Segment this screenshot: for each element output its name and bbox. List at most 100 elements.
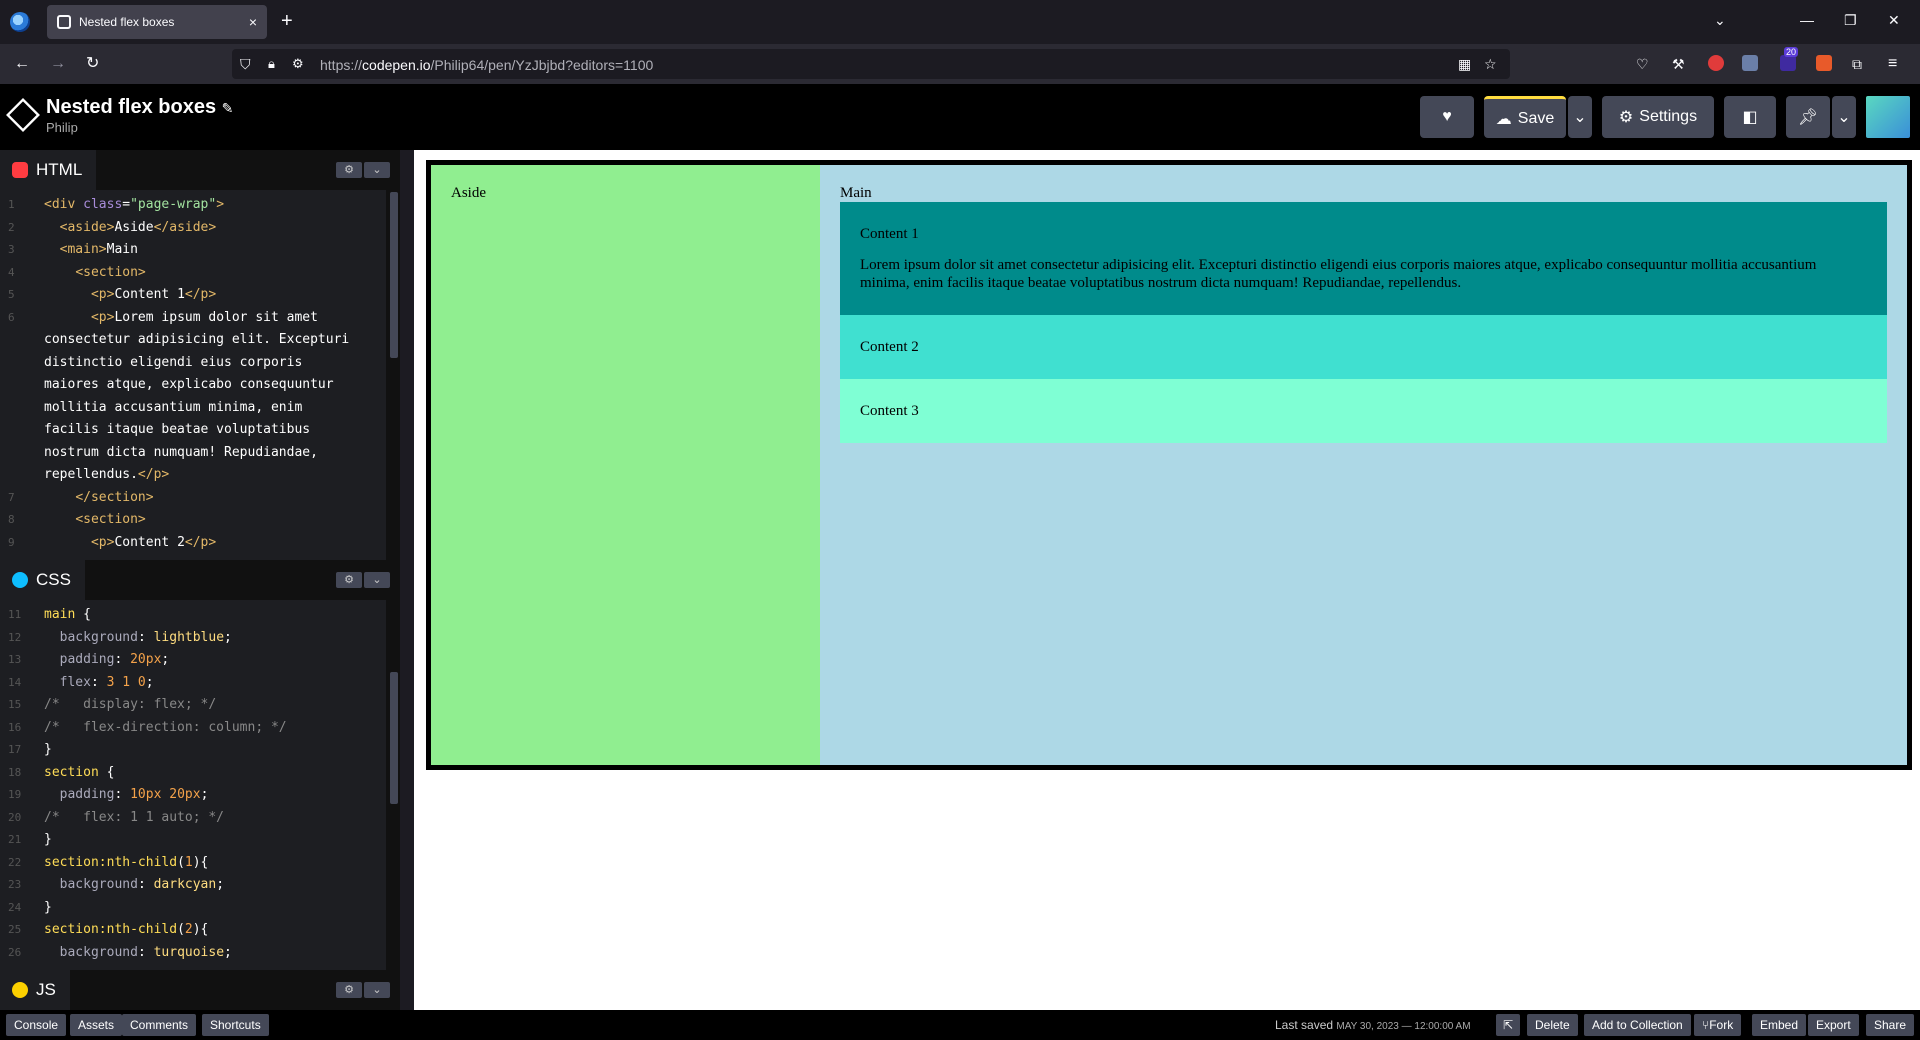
code-line[interactable]: mollitia accusantium minima, enim bbox=[44, 397, 302, 420]
bookmark-star-icon[interactable]: ☆ bbox=[1484, 54, 1497, 74]
main-label: Main bbox=[840, 185, 872, 201]
css-collapse-chevron-icon[interactable]: ⌄ bbox=[364, 572, 390, 588]
codepen-logo-icon[interactable] bbox=[6, 98, 40, 132]
code-line[interactable]: <p>Content 2</p> bbox=[44, 532, 216, 555]
change-view-button[interactable]: ◧ bbox=[1724, 96, 1776, 138]
pin-icon: 📌︎ bbox=[1797, 109, 1819, 126]
code-line[interactable]: flex: 3 1 0; bbox=[44, 672, 154, 695]
code-line[interactable]: } bbox=[44, 739, 52, 762]
save-dropdown-button[interactable]: ⌄ bbox=[1568, 96, 1592, 138]
code-line[interactable]: section:nth-child(1){ bbox=[44, 852, 208, 875]
comments-button[interactable]: Comments bbox=[122, 1014, 197, 1036]
shortcuts-button[interactable]: Shortcuts bbox=[202, 1014, 269, 1036]
css-code-area[interactable]: 11 main {12 background: lightblue; 13 padd… bbox=[0, 600, 386, 970]
tab-list-chevron-icon[interactable]: ⌄ bbox=[1714, 12, 1726, 29]
wrench-icon[interactable]: ⚒ bbox=[1672, 54, 1685, 74]
css-settings-gear-icon[interactable]: ⚙ bbox=[336, 572, 362, 588]
code-line[interactable]: nostrum dicta numquam! Repudiandae, bbox=[44, 442, 318, 465]
assets-button[interactable]: Assets bbox=[70, 1014, 123, 1036]
embed-button[interactable]: Embed bbox=[1752, 1014, 1807, 1036]
code-line[interactable]: } bbox=[44, 829, 52, 852]
fork-button[interactable]: ⑂ Fork bbox=[1694, 1014, 1742, 1036]
code-line[interactable]: facilis itaque beatae voluptatibus bbox=[44, 419, 310, 442]
restore-button[interactable]: ❐ bbox=[1844, 12, 1857, 29]
extension-red-icon[interactable] bbox=[1708, 55, 1724, 71]
console-button[interactable]: Console bbox=[6, 1014, 67, 1036]
forward-arrow-icon[interactable]: → bbox=[50, 54, 66, 74]
pin-dropdown-button[interactable]: ⌄ bbox=[1832, 96, 1856, 138]
code-line[interactable]: <section> bbox=[44, 262, 145, 285]
firefox-logo-icon[interactable] bbox=[10, 12, 30, 32]
html-collapse-chevron-icon[interactable]: ⌄ bbox=[364, 162, 390, 178]
lorem-paragraph: Lorem ipsum dolor sit amet consectetur a… bbox=[860, 257, 1817, 291]
new-tab-button[interactable]: + bbox=[281, 10, 293, 32]
reload-icon[interactable]: ↻ bbox=[86, 54, 99, 74]
code-line[interactable]: padding: 20px; bbox=[44, 649, 170, 672]
html-code-area[interactable]: 1 <div class="page-wrap"> 2 <aside>Aside</… bbox=[0, 190, 386, 560]
js-collapse-chevron-icon[interactable]: ⌄ bbox=[364, 982, 390, 998]
add-to-collection-button[interactable]: Add to Collection bbox=[1584, 1014, 1691, 1036]
code-line[interactable]: maiores atque, explicabo consequuntur bbox=[44, 374, 334, 397]
code-line[interactable]: </section> bbox=[44, 487, 153, 510]
code-line[interactable]: background: darkcyan; bbox=[44, 874, 224, 897]
code-line[interactable]: <main>Main bbox=[44, 239, 138, 262]
code-line[interactable]: section { bbox=[44, 762, 114, 785]
code-line[interactable]: main { bbox=[44, 604, 91, 627]
pocket-icon[interactable]: ♡ bbox=[1636, 54, 1649, 74]
extension-orange-icon[interactable] bbox=[1816, 55, 1832, 71]
hamburger-menu-icon[interactable]: ≡ bbox=[1888, 54, 1897, 74]
code-line[interactable]: /* flex: 1 1 auto; */ bbox=[44, 807, 224, 830]
html-scrollbar[interactable] bbox=[390, 192, 398, 358]
code-line[interactable]: background: lightblue; bbox=[44, 627, 232, 650]
code-line[interactable]: distinctio eligendi eius corporis bbox=[44, 352, 302, 375]
avatar[interactable] bbox=[1866, 96, 1910, 138]
code-line[interactable]: <div class="page-wrap"> bbox=[44, 194, 224, 217]
permissions-icon[interactable]: ⚙ bbox=[292, 54, 304, 74]
css-scrollbar[interactable] bbox=[390, 672, 398, 804]
delete-button[interactable]: Delete bbox=[1527, 1014, 1578, 1036]
back-arrow-icon[interactable]: ← bbox=[14, 54, 30, 74]
js-settings-gear-icon[interactable]: ⚙ bbox=[336, 982, 362, 998]
pen-author[interactable]: Philip bbox=[46, 120, 78, 135]
html-editor-tab[interactable]: HTML bbox=[0, 150, 97, 190]
code-line[interactable]: } bbox=[44, 897, 52, 920]
lock-icon[interactable]: 🔒︎ bbox=[268, 54, 275, 74]
shield-icon[interactable]: ⛉ bbox=[240, 54, 251, 74]
css-editor-tab[interactable]: CSS bbox=[0, 560, 85, 600]
code-line[interactable]: /* flex-direction: column; */ bbox=[44, 717, 287, 740]
pin-button[interactable]: 📌︎ bbox=[1786, 96, 1830, 138]
code-line[interactable]: consectetur adipisicing elit. Excepturi bbox=[44, 329, 349, 352]
tab-close-icon[interactable]: × bbox=[249, 14, 257, 30]
minimize-button[interactable]: — bbox=[1800, 12, 1814, 28]
heart-button[interactable]: ♥ bbox=[1420, 96, 1474, 138]
code-line[interactable]: padding: 10px 20px; bbox=[44, 784, 209, 807]
browser-tab[interactable]: Nested flex boxes × bbox=[47, 5, 267, 39]
code-line[interactable]: background: turquoise; bbox=[44, 942, 232, 965]
save-button[interactable]: ☁ Save bbox=[1484, 96, 1566, 138]
code-line[interactable]: <p>Content 1</p> bbox=[44, 284, 216, 307]
extension-badge-icon[interactable]: 20 bbox=[1780, 47, 1799, 71]
code-line[interactable]: /* display: flex; */ bbox=[44, 694, 216, 717]
settings-button[interactable]: ⚙ Settings bbox=[1602, 96, 1714, 138]
open-external-icon[interactable]: ⇱ bbox=[1496, 1014, 1520, 1036]
code-line[interactable]: repellendus.</p> bbox=[44, 464, 169, 487]
js-editor-tab[interactable]: JS bbox=[0, 970, 70, 1010]
close-window-button[interactable]: ✕ bbox=[1888, 12, 1900, 29]
pen-title[interactable]: Nested flex boxes ✎ bbox=[46, 96, 233, 119]
extension-screen-icon[interactable] bbox=[1742, 55, 1758, 71]
line-number: 3 bbox=[8, 243, 15, 256]
extensions-puzzle-icon[interactable]: ⧉ bbox=[1852, 54, 1862, 74]
code-line[interactable]: <aside>Aside</aside> bbox=[44, 217, 217, 240]
code-line[interactable]: <section> bbox=[44, 509, 145, 532]
code-line[interactable]: <p>Lorem ipsum dolor sit amet bbox=[44, 307, 318, 330]
share-button[interactable]: Share bbox=[1866, 1014, 1915, 1036]
code-line[interactable]: section:nth-child(2){ bbox=[44, 919, 208, 942]
url-bar[interactable]: ⛉ 🔒︎ ⚙ https://codepen.io/Philip64/pen/Y… bbox=[232, 49, 1510, 79]
line-number: 6 bbox=[8, 310, 15, 324]
edit-pencil-icon[interactable]: ✎ bbox=[222, 100, 234, 116]
html-settings-gear-icon[interactable]: ⚙ bbox=[336, 162, 362, 178]
url-text[interactable]: https://codepen.io/Philip64/pen/YzJbjbd?… bbox=[320, 57, 653, 73]
export-button[interactable]: Export bbox=[1808, 1014, 1859, 1036]
line-number: 1 bbox=[8, 198, 15, 211]
qr-grid-icon[interactable]: ▦ bbox=[1458, 54, 1471, 74]
